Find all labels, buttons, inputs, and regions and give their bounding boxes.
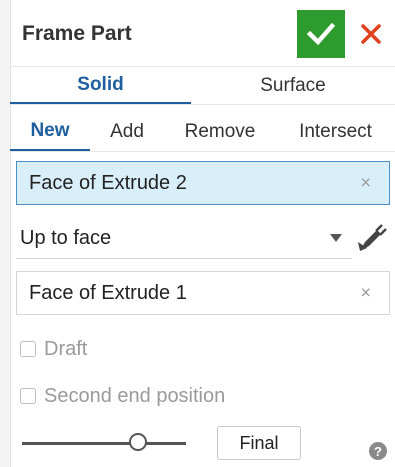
second-end-checkbox[interactable] bbox=[20, 388, 36, 404]
cancel-button[interactable] bbox=[356, 17, 386, 51]
body-type-tabs-divider bbox=[10, 104, 395, 105]
opposite-direction-button[interactable] bbox=[356, 222, 388, 254]
dialog-header: Frame Part bbox=[10, 0, 395, 66]
frame-part-dialog: Frame Part Solid Surface New Add Remove … bbox=[0, 0, 395, 467]
checkmark-icon bbox=[306, 22, 336, 46]
tab-remove[interactable]: Remove bbox=[164, 112, 276, 152]
rollback-slider-track bbox=[22, 442, 186, 445]
rollback-slider-thumb[interactable] bbox=[129, 433, 147, 451]
up-to-face-query-field[interactable]: Face of Extrude 1 × bbox=[16, 271, 390, 315]
chevron-down-icon bbox=[330, 234, 342, 242]
clear-icon[interactable]: × bbox=[360, 173, 371, 194]
end-type-select[interactable]: Up to face bbox=[16, 219, 352, 259]
tab-solid[interactable]: Solid bbox=[10, 67, 191, 105]
body-type-tabs: Solid Surface bbox=[10, 67, 395, 105]
tab-surface[interactable]: Surface bbox=[191, 67, 395, 105]
operation-tabs-divider bbox=[10, 151, 395, 152]
draft-checkbox[interactable] bbox=[20, 341, 36, 357]
flip-direction-icon bbox=[358, 224, 387, 251]
tab-new[interactable]: New bbox=[10, 112, 90, 152]
draft-option[interactable]: Draft bbox=[20, 334, 87, 364]
rollback-slider[interactable] bbox=[22, 432, 186, 454]
second-end-option[interactable]: Second end position bbox=[20, 381, 225, 411]
accept-button[interactable] bbox=[297, 10, 345, 58]
clear-icon[interactable]: × bbox=[360, 283, 371, 304]
final-button[interactable]: Final bbox=[217, 426, 301, 460]
dialog-title: Frame Part bbox=[22, 22, 132, 45]
up-to-face-query-value: Face of Extrude 1 bbox=[29, 281, 187, 304]
faces-query-field[interactable]: Face of Extrude 2 × bbox=[16, 161, 390, 205]
draft-label: Draft bbox=[44, 337, 88, 360]
tab-add[interactable]: Add bbox=[90, 112, 164, 152]
tab-intersect[interactable]: Intersect bbox=[276, 112, 395, 152]
close-icon bbox=[361, 24, 381, 44]
end-type-value: Up to face bbox=[20, 227, 112, 249]
faces-query-value: Face of Extrude 2 bbox=[29, 171, 187, 194]
operation-tabs: New Add Remove Intersect bbox=[10, 112, 395, 152]
help-icon[interactable]: ? bbox=[369, 442, 387, 460]
second-end-label: Second end position bbox=[44, 384, 226, 407]
